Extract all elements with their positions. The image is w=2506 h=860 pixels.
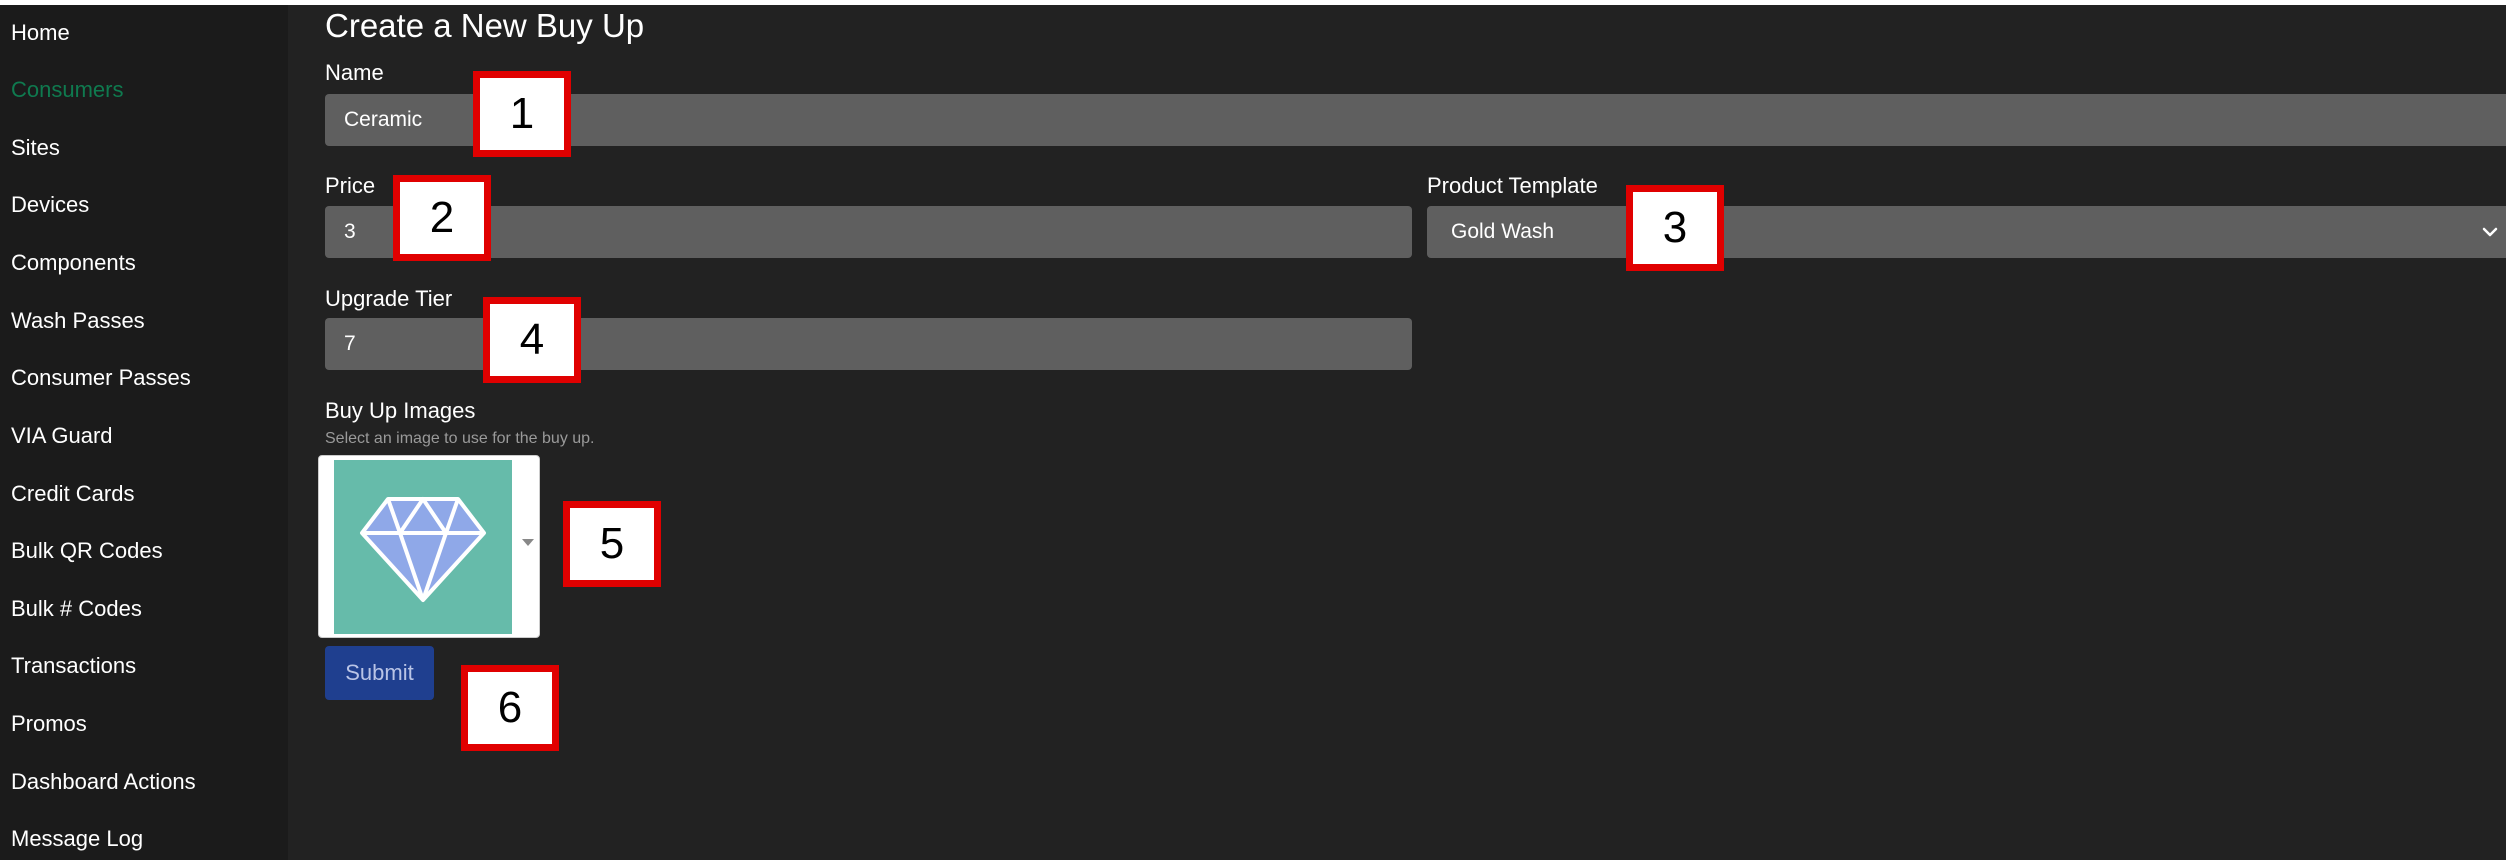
product-template-value: Gold Wash [1451,220,1555,243]
sidebar-item-message-log[interactable]: Message Log [11,819,143,859]
callout-2: 2 [393,175,491,261]
buy-up-image-thumbnail [334,460,512,634]
name-input[interactable] [325,94,2506,146]
sidebar-item-consumer-passes[interactable]: Consumer Passes [11,358,191,398]
sidebar-item-devices[interactable]: Devices [11,185,89,225]
submit-button[interactable]: Submit [325,646,434,700]
price-label: Price [325,173,376,198]
sidebar-item-consumers[interactable]: Consumers [11,70,123,110]
buy-up-images-help: Select an image to use for the buy up. [325,430,595,447]
upgrade-tier-label: Upgrade Tier [325,286,453,311]
chevron-down-icon [2482,227,2498,237]
page-title: Create a New Buy Up [325,7,645,44]
sidebar-item-wash-passes[interactable]: Wash Passes [11,301,145,341]
sidebar-item-home[interactable]: Home [11,13,70,53]
caret-down-icon [522,539,534,546]
callout-4: 4 [483,297,581,383]
product-template-select[interactable]: Gold Wash [1427,206,2506,258]
image-picker[interactable] [318,455,540,638]
sidebar-item-bulk-qr-codes[interactable]: Bulk QR Codes [11,531,163,571]
sidebar-item-dashboard-actions[interactable]: Dashboard Actions [11,762,196,802]
main-content: Create a New Buy Up Name Price Product T… [288,5,2506,860]
buy-up-images-label: Buy Up Images [325,398,476,423]
diamond-icon [360,497,486,602]
name-label: Name [325,60,384,85]
sidebar-item-bulk-number-codes[interactable]: Bulk # Codes [11,589,142,629]
sidebar-item-credit-cards[interactable]: Credit Cards [11,474,134,514]
sidebar-item-promos[interactable]: Promos [11,704,87,744]
sidebar-item-sites[interactable]: Sites [11,128,60,168]
callout-6: 6 [461,665,559,751]
callout-3: 3 [1626,185,1724,271]
callout-1: 1 [473,71,571,157]
sidebar-item-via-guard[interactable]: VIA Guard [11,416,113,456]
sidebar-item-components[interactable]: Components [11,243,136,283]
app-window: Home Consumers Sites Devices Components … [0,5,2506,860]
sidebar: Home Consumers Sites Devices Components … [0,5,288,860]
sidebar-item-transactions[interactable]: Transactions [11,646,136,686]
product-template-label: Product Template [1427,173,1598,198]
callout-5: 5 [563,501,661,587]
